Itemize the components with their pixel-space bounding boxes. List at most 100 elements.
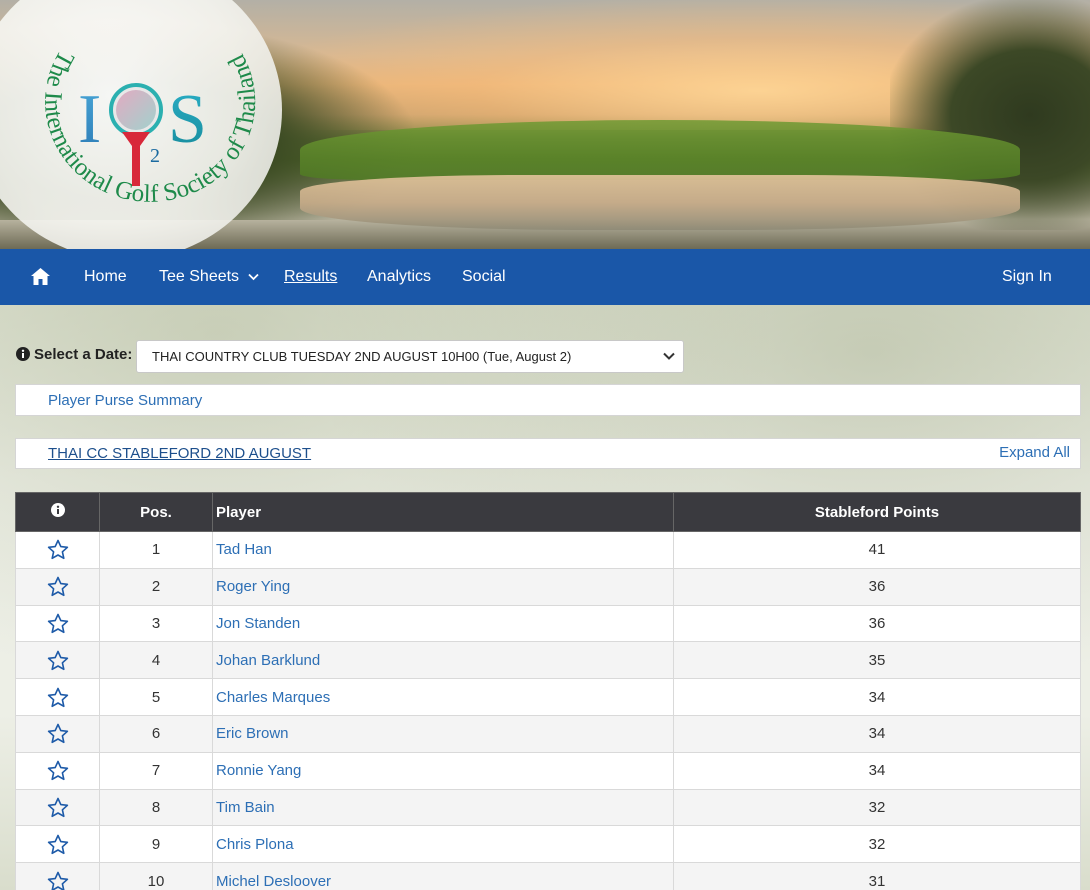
sign-in-link[interactable]: Sign In [1002,249,1052,305]
points-cell: 34 [673,751,1081,790]
player-cell: Eric Brown [212,714,674,753]
favorite-star-icon[interactable] [47,760,69,781]
position-cell: 1 [99,531,213,569]
nav-results[interactable]: Results [284,249,337,305]
header-banner: The International Golf Society of Thaila… [0,0,1090,249]
position-cell: 10 [99,862,213,890]
logo-letter-i: I [78,81,101,158]
table-row: 10 Michel Desloover 31 [15,862,1081,890]
position-cell: 4 [99,641,213,680]
date-select[interactable]: THAI COUNTRY CLUB TUESDAY 2ND AUGUST 10H… [136,340,684,373]
table-row: 7 Ronnie Yang 34 [15,751,1081,790]
player-link[interactable]: Charles Marques [216,689,330,706]
expand-all-link[interactable]: Expand All [999,444,1070,461]
player-link[interactable]: Eric Brown [216,725,289,742]
chevron-down-icon [247,273,259,281]
player-column-header[interactable]: Player [212,492,674,532]
points-cell: 36 [673,567,1081,606]
table-row: 5 Charles Marques 34 [15,678,1081,716]
nav-social[interactable]: Social [462,249,506,305]
favorite-cell [15,825,100,864]
favorite-cell [15,641,100,680]
points-cell: 36 [673,604,1081,643]
favorite-cell [15,604,100,643]
position-cell: 5 [99,678,213,716]
nav-home[interactable]: Home [84,249,127,305]
banner-fairway [300,120,1020,180]
nav-analytics[interactable]: Analytics [367,249,431,305]
favorite-star-icon[interactable] [47,834,69,855]
favorite-cell [15,678,100,716]
date-select-label: Select a Date: [16,341,132,373]
position-cell: 3 [99,604,213,643]
points-cell: 32 [673,788,1081,827]
table-row: 8 Tim Bain 32 [15,788,1081,827]
table-row: 4 Johan Barklund 35 [15,641,1081,680]
points-cell: 35 [673,641,1081,680]
favorite-star-icon[interactable] [47,723,69,744]
player-link[interactable]: Johan Barklund [216,652,320,669]
logo-letter-s: S [168,81,207,158]
favorite-star-icon[interactable] [47,797,69,818]
home-icon[interactable] [31,268,50,285]
nav-tee-sheets[interactable]: Tee Sheets [159,249,259,305]
favorite-star-icon[interactable] [47,613,69,634]
points-cell: 41 [673,531,1081,569]
player-cell: Ronnie Yang [212,751,674,790]
player-link[interactable]: Tim Bain [216,799,275,816]
info-column-header[interactable] [15,492,100,532]
favorite-cell [15,567,100,606]
favorite-star-icon[interactable] [47,650,69,671]
position-cell: 8 [99,788,213,827]
points-cell: 34 [673,678,1081,716]
player-link[interactable]: Roger Ying [216,578,290,595]
player-cell: Tad Han [212,531,674,569]
position-cell: 7 [99,751,213,790]
player-link[interactable]: Michel Desloover [216,873,331,890]
competition-panel: THAI CC STABLEFORD 2ND AUGUST Expand All [15,438,1081,469]
table-row: 9 Chris Plona 32 [15,825,1081,864]
favorite-star-icon[interactable] [47,539,69,560]
favorite-cell [15,788,100,827]
favorite-star-icon[interactable] [47,576,69,597]
position-cell: 6 [99,714,213,753]
favorite-star-icon[interactable] [47,871,69,890]
logo-superscript: 2 [150,145,160,167]
table-row: 2 Roger Ying 36 [15,567,1081,606]
purse-summary-panel: Player Purse Summary [15,384,1081,416]
favorite-cell [15,531,100,569]
player-link[interactable]: Ronnie Yang [216,762,301,779]
info-icon [16,347,30,361]
points-cell: 31 [673,862,1081,890]
table-row: 6 Eric Brown 34 [15,714,1081,753]
player-link[interactable]: Chris Plona [216,836,294,853]
player-cell: Chris Plona [212,825,674,864]
favorite-cell [15,751,100,790]
player-cell: Jon Standen [212,604,674,643]
points-column-header[interactable]: Stableford Points [673,492,1081,532]
points-cell: 34 [673,714,1081,753]
favorite-star-icon[interactable] [47,687,69,708]
table-header-row: Pos. Player Stableford Points [15,492,1081,532]
position-cell: 9 [99,825,213,864]
position-cell: 2 [99,567,213,606]
pos-column-header[interactable]: Pos. [99,492,213,532]
player-cell: Tim Bain [212,788,674,827]
points-cell: 32 [673,825,1081,864]
player-cell: Johan Barklund [212,641,674,680]
player-cell: Michel Desloover [212,862,674,890]
favorite-cell [15,714,100,753]
table-row: 1 Tad Han 41 [15,531,1081,569]
date-select-value: THAI COUNTRY CLUB TUESDAY 2ND AUGUST 10H… [152,349,572,364]
banner-lake [300,175,1020,230]
player-cell: Charles Marques [212,678,674,716]
player-cell: Roger Ying [212,567,674,606]
site-logo[interactable]: The International Golf Society of Thaila… [0,0,300,249]
table-row: 3 Jon Standen 36 [15,604,1081,643]
player-purse-summary-link[interactable]: Player Purse Summary [48,392,202,409]
competition-title-link[interactable]: THAI CC STABLEFORD 2ND AUGUST [48,445,311,462]
player-link[interactable]: Jon Standen [216,615,300,632]
main-navbar: Home Tee Sheets Results Analytics Social… [0,249,1090,305]
results-table: Pos. Player Stableford Points 1 Tad Han 41… [15,492,1081,890]
player-link[interactable]: Tad Han [216,541,272,558]
